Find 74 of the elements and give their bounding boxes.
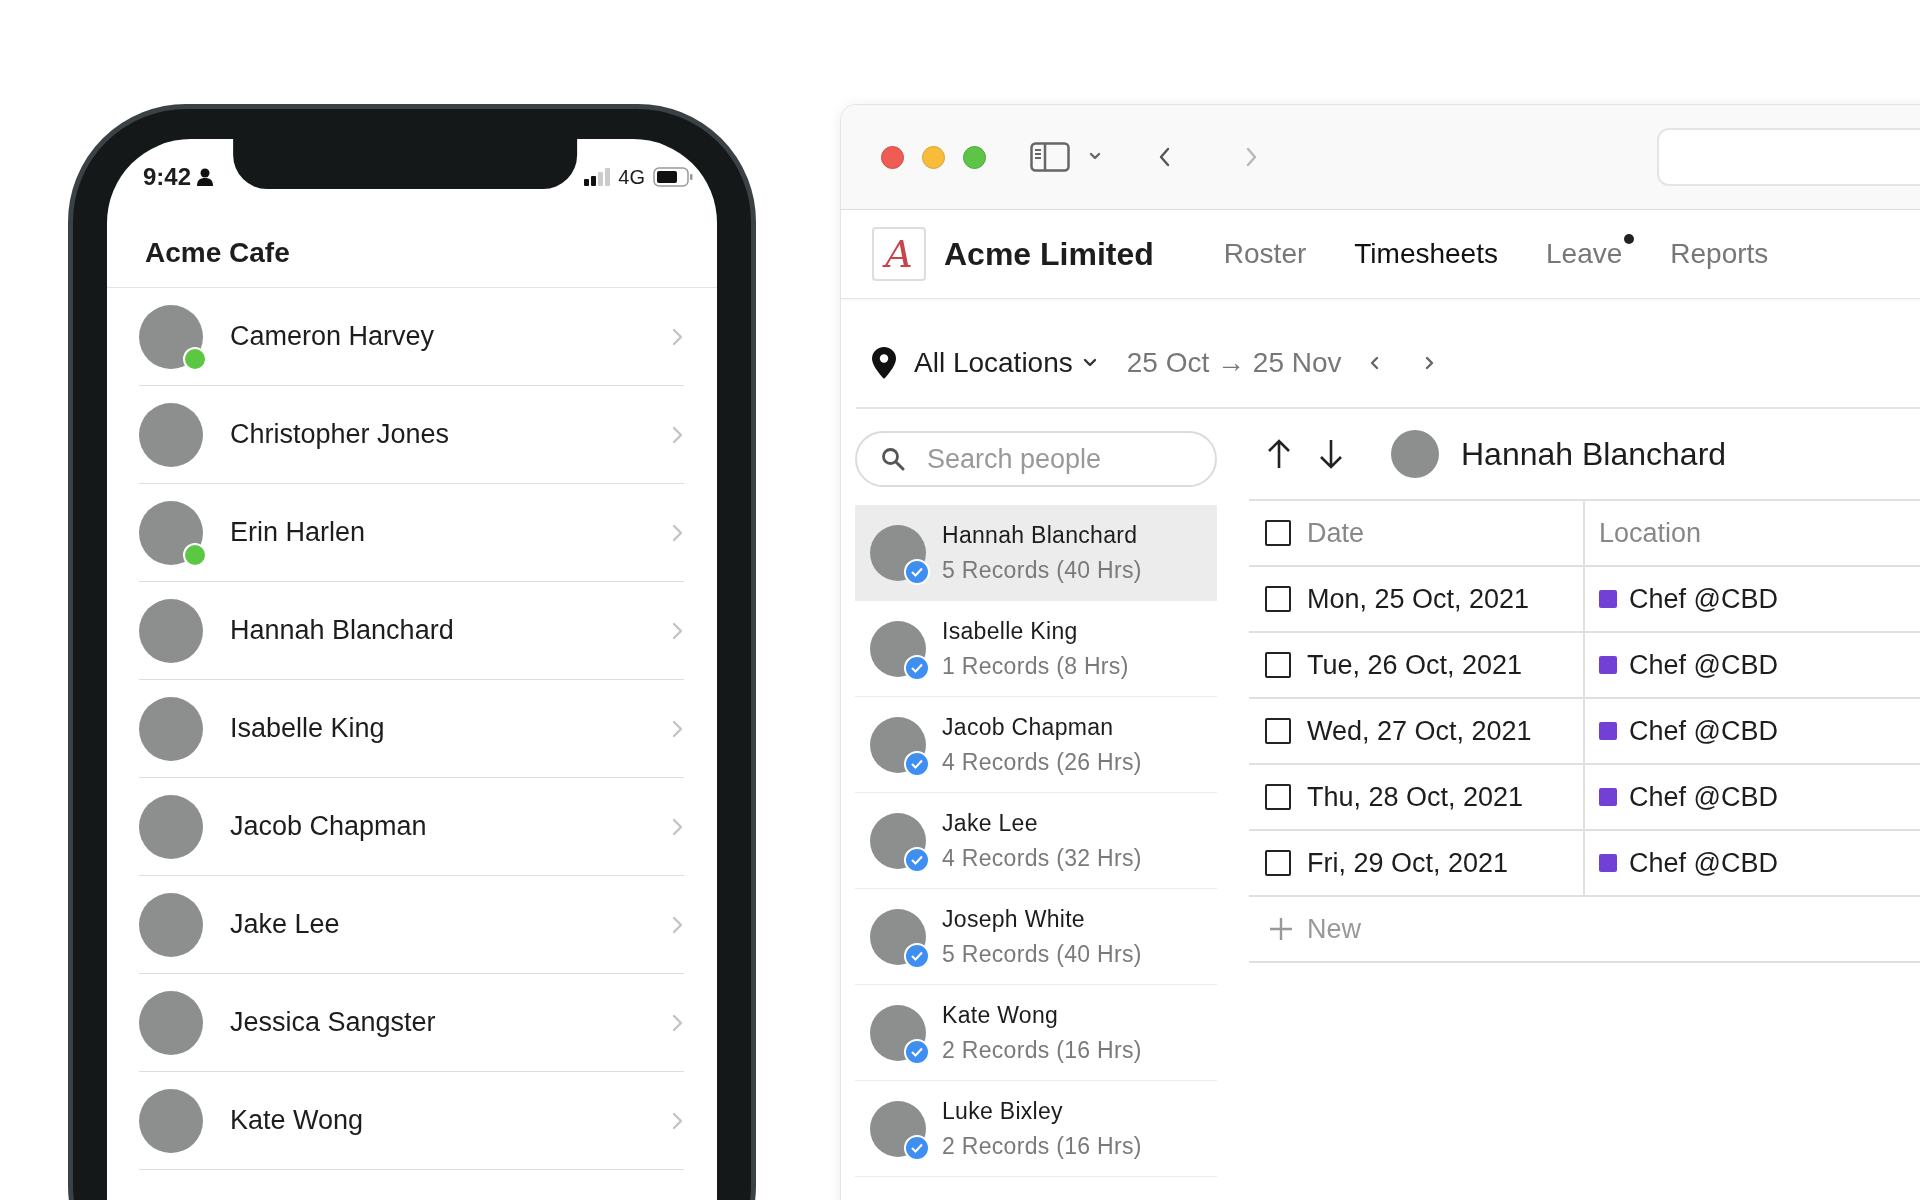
records-summary: 2 Records (16 Hrs) — [942, 1036, 1142, 1064]
person-name: Isabelle King — [942, 617, 1079, 645]
checkbox[interactable] — [1265, 652, 1291, 678]
person-icon — [197, 168, 214, 186]
screen-title: Acme Cafe — [107, 215, 717, 288]
nav-tab[interactable]: Reports — [1670, 238, 1769, 270]
date-range[interactable]: 25 Oct → 25 Nov — [1126, 347, 1342, 379]
date-cell: Thu, 28 Oct, 2021 — [1307, 781, 1524, 813]
close-button[interactable] — [881, 145, 904, 169]
signal-icon — [584, 168, 611, 186]
plus-icon — [1269, 917, 1293, 941]
records-summary: 2 Records (16 Hrs) — [942, 1132, 1142, 1160]
location-cell: Chef @CBD — [1629, 583, 1778, 615]
records-summary: 4 Records (32 Hrs) — [942, 844, 1142, 872]
location-cell: Chef @CBD — [1629, 847, 1778, 879]
contact-row[interactable]: Christopher Jones — [139, 386, 684, 484]
person-list-item[interactable]: Jacob Chapman 4 Records (26 Hrs) — [855, 697, 1217, 793]
contact-row[interactable]: Isabelle King — [139, 680, 684, 778]
location-cell: Chef @CBD — [1629, 649, 1778, 681]
records-summary: 5 Records (40 Hrs) — [942, 940, 1142, 968]
location-cell: Chef @CBD — [1629, 715, 1778, 747]
date-cell: Fri, 29 Oct, 2021 — [1307, 847, 1509, 879]
arrow-down-icon[interactable] — [1319, 438, 1343, 470]
person-name: Joseph White — [942, 905, 1086, 933]
date-cell: Mon, 25 Oct, 2021 — [1307, 583, 1530, 615]
date-cell: Wed, 27 Oct, 2021 — [1307, 715, 1532, 747]
nav-tab[interactable]: Timesheets — [1354, 238, 1498, 270]
person-list-item[interactable]: Luke Bixley 2 Records (16 Hrs) — [855, 1081, 1217, 1177]
person-name: Jake Lee — [942, 809, 1039, 837]
person-name: Hannah Blanchard — [942, 521, 1139, 549]
checkbox[interactable] — [1265, 520, 1291, 546]
status-time: 9:42 — [143, 163, 192, 191]
network-label: 4G — [618, 165, 645, 189]
records-summary: 4 Records (26 Hrs) — [942, 748, 1142, 776]
selected-person-name: Hannah Blanchard — [1461, 435, 1727, 473]
date-cell: Tue, 26 Oct, 2021 — [1307, 649, 1523, 681]
back-button[interactable] — [1158, 146, 1172, 168]
app-logo: A — [872, 227, 926, 281]
contact-row[interactable]: Kate Wong — [139, 1072, 684, 1170]
records-summary: 1 Records (8 Hrs) — [942, 652, 1129, 680]
location-dropdown[interactable]: All Locations — [914, 347, 1073, 379]
battery-icon — [653, 167, 693, 187]
location-cell: Chef @CBD — [1629, 781, 1778, 813]
column-header: Date — [1307, 517, 1365, 549]
search-field[interactable]: Search people — [855, 431, 1217, 487]
contact-row[interactable]: Jacob Chapman — [139, 778, 684, 876]
person-name: Kate Wong — [942, 1001, 1060, 1029]
arrow-up-icon[interactable] — [1267, 438, 1291, 470]
nav-tab[interactable]: Leave — [1546, 238, 1623, 270]
checkbox[interactable] — [1265, 850, 1291, 876]
contact-row[interactable]: Jessica Sangster — [139, 974, 684, 1072]
location-pin-icon — [872, 347, 896, 379]
records-summary: 5 Records (40 Hrs) — [942, 556, 1142, 584]
person-list-item[interactable]: Hannah Blanchard 5 Records (40 Hrs) — [855, 505, 1217, 601]
sidebar-icon[interactable] — [1030, 142, 1070, 172]
person-name: Luke Bixley — [942, 1097, 1064, 1125]
contact-row[interactable]: Erin Harlen — [139, 484, 684, 582]
company-name: Acme Limited — [944, 235, 1154, 273]
checkbox[interactable] — [1265, 718, 1291, 744]
person-name: Jacob Chapman — [942, 713, 1115, 741]
contact-row[interactable]: Jake Lee — [139, 876, 684, 974]
checkbox[interactable] — [1265, 784, 1291, 810]
search-icon — [881, 447, 905, 471]
person-list-item[interactable]: Kate Wong 2 Records (16 Hrs) — [855, 985, 1217, 1081]
avatar-placeholder — [1391, 430, 1439, 478]
person-list-item[interactable]: Joseph White 5 Records (40 Hrs) — [855, 889, 1217, 985]
person-list-item[interactable]: Jake Lee 4 Records (32 Hrs) — [855, 793, 1217, 889]
checkbox[interactable] — [1265, 586, 1291, 612]
person-list-item[interactable]: Isabelle King 1 Records (8 Hrs) — [855, 601, 1217, 697]
contact-row[interactable]: Hannah Blanchard — [139, 582, 684, 680]
column-header: Location — [1599, 517, 1702, 549]
contact-row[interactable]: Cameron Harvey — [139, 288, 684, 386]
nav-tab[interactable]: Roster — [1223, 238, 1307, 270]
maximize-button[interactable] — [963, 145, 986, 169]
